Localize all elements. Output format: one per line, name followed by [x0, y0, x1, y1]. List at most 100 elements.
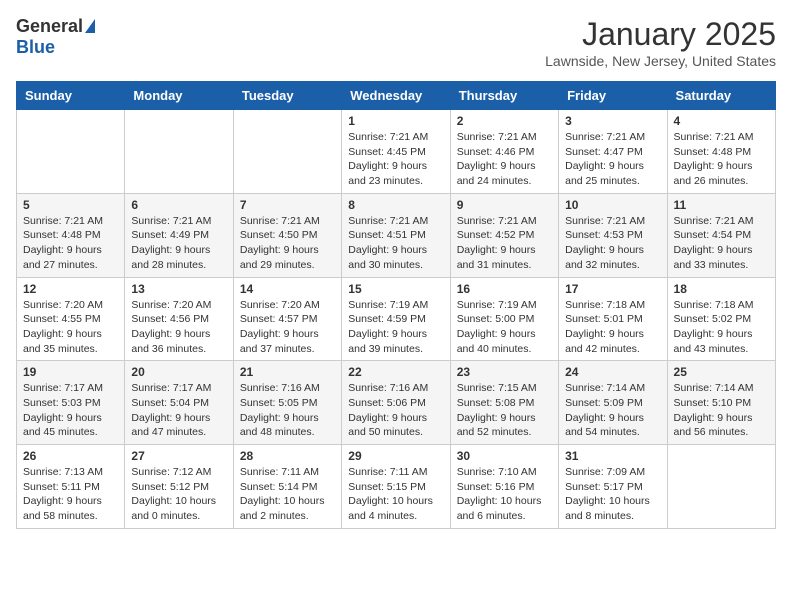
day-number: 24 [565, 365, 660, 379]
day-info: Sunrise: 7:21 AM Sunset: 4:50 PM Dayligh… [240, 214, 335, 273]
day-info: Sunrise: 7:21 AM Sunset: 4:48 PM Dayligh… [23, 214, 118, 273]
day-cell-12: 12 Sunrise: 7:20 AM Sunset: 4:55 PM Dayli… [17, 277, 125, 361]
day-number: 5 [23, 198, 118, 212]
day-info: Sunrise: 7:21 AM Sunset: 4:46 PM Dayligh… [457, 130, 552, 189]
day-info: Sunrise: 7:11 AM Sunset: 5:15 PM Dayligh… [348, 465, 443, 524]
weekday-header-friday: Friday [559, 82, 667, 110]
day-number: 12 [23, 282, 118, 296]
day-info: Sunrise: 7:13 AM Sunset: 5:11 PM Dayligh… [23, 465, 118, 524]
day-cell-13: 13 Sunrise: 7:20 AM Sunset: 4:56 PM Dayli… [125, 277, 233, 361]
day-cell-10: 10 Sunrise: 7:21 AM Sunset: 4:53 PM Dayli… [559, 193, 667, 277]
day-number: 4 [674, 114, 769, 128]
day-info: Sunrise: 7:17 AM Sunset: 5:04 PM Dayligh… [131, 381, 226, 440]
day-info: Sunrise: 7:21 AM Sunset: 4:54 PM Dayligh… [674, 214, 769, 273]
day-number: 7 [240, 198, 335, 212]
day-info: Sunrise: 7:17 AM Sunset: 5:03 PM Dayligh… [23, 381, 118, 440]
weekday-header-sunday: Sunday [17, 82, 125, 110]
day-number: 1 [348, 114, 443, 128]
weekday-header-monday: Monday [125, 82, 233, 110]
week-row-1: 1 Sunrise: 7:21 AM Sunset: 4:45 PM Daylig… [17, 110, 776, 194]
weekday-header-row: SundayMondayTuesdayWednesdayThursdayFrid… [17, 82, 776, 110]
day-cell-21: 21 Sunrise: 7:16 AM Sunset: 5:05 PM Dayli… [233, 361, 341, 445]
day-number: 20 [131, 365, 226, 379]
day-number: 28 [240, 449, 335, 463]
day-cell-25: 25 Sunrise: 7:14 AM Sunset: 5:10 PM Dayli… [667, 361, 775, 445]
day-number: 30 [457, 449, 552, 463]
day-number: 3 [565, 114, 660, 128]
empty-cell [667, 445, 775, 529]
day-number: 10 [565, 198, 660, 212]
day-info: Sunrise: 7:21 AM Sunset: 4:48 PM Dayligh… [674, 130, 769, 189]
location-subtitle: Lawnside, New Jersey, United States [545, 53, 776, 69]
day-info: Sunrise: 7:21 AM Sunset: 4:52 PM Dayligh… [457, 214, 552, 273]
day-cell-15: 15Sunrise: 7:19 AM Sunset: 4:59 PM Dayli… [342, 277, 450, 361]
day-info: Sunrise: 7:21 AM Sunset: 4:49 PM Dayligh… [131, 214, 226, 273]
weekday-header-thursday: Thursday [450, 82, 558, 110]
week-row-3: 12 Sunrise: 7:20 AM Sunset: 4:55 PM Dayli… [17, 277, 776, 361]
day-cell-19: 19 Sunrise: 7:17 AM Sunset: 5:03 PM Dayli… [17, 361, 125, 445]
day-cell-1: 1 Sunrise: 7:21 AM Sunset: 4:45 PM Daylig… [342, 110, 450, 194]
day-cell-29: 29 Sunrise: 7:11 AM Sunset: 5:15 PM Dayli… [342, 445, 450, 529]
day-info: Sunrise: 7:21 AM Sunset: 4:51 PM Dayligh… [348, 214, 443, 273]
day-info: Sunrise: 7:12 AM Sunset: 5:12 PM Dayligh… [131, 465, 226, 524]
day-cell-11: 11Sunrise: 7:21 AM Sunset: 4:54 PM Dayli… [667, 193, 775, 277]
day-info: Sunrise: 7:21 AM Sunset: 4:47 PM Dayligh… [565, 130, 660, 189]
day-number: 17 [565, 282, 660, 296]
day-number: 29 [348, 449, 443, 463]
day-cell-18: 18Sunrise: 7:18 AM Sunset: 5:02 PM Dayli… [667, 277, 775, 361]
day-cell-8: 8 Sunrise: 7:21 AM Sunset: 4:51 PM Daylig… [342, 193, 450, 277]
day-info: Sunrise: 7:10 AM Sunset: 5:16 PM Dayligh… [457, 465, 552, 524]
day-cell-17: 17 Sunrise: 7:18 AM Sunset: 5:01 PM Dayli… [559, 277, 667, 361]
logo-blue-text: Blue [16, 37, 55, 58]
day-info: Sunrise: 7:21 AM Sunset: 4:45 PM Dayligh… [348, 130, 443, 189]
day-cell-31: 31Sunrise: 7:09 AM Sunset: 5:17 PM Dayli… [559, 445, 667, 529]
day-cell-3: 3 Sunrise: 7:21 AM Sunset: 4:47 PM Daylig… [559, 110, 667, 194]
day-number: 21 [240, 365, 335, 379]
day-info: Sunrise: 7:18 AM Sunset: 5:01 PM Dayligh… [565, 298, 660, 357]
day-number: 19 [23, 365, 118, 379]
day-cell-20: 20 Sunrise: 7:17 AM Sunset: 5:04 PM Dayli… [125, 361, 233, 445]
day-cell-22: 22Sunrise: 7:16 AM Sunset: 5:06 PM Dayli… [342, 361, 450, 445]
calendar-table: SundayMondayTuesdayWednesdayThursdayFrid… [16, 81, 776, 529]
day-cell-27: 27 Sunrise: 7:12 AM Sunset: 5:12 PM Dayli… [125, 445, 233, 529]
day-cell-5: 5 Sunrise: 7:21 AM Sunset: 4:48 PM Daylig… [17, 193, 125, 277]
weekday-header-tuesday: Tuesday [233, 82, 341, 110]
day-cell-4: 4 Sunrise: 7:21 AM Sunset: 4:48 PM Daylig… [667, 110, 775, 194]
day-info: Sunrise: 7:16 AM Sunset: 5:05 PM Dayligh… [240, 381, 335, 440]
day-cell-28: 28 Sunrise: 7:11 AM Sunset: 5:14 PM Dayli… [233, 445, 341, 529]
logo-triangle-icon [85, 19, 95, 33]
empty-cell [233, 110, 341, 194]
month-title: January 2025 [545, 16, 776, 53]
day-number: 13 [131, 282, 226, 296]
day-info: Sunrise: 7:14 AM Sunset: 5:10 PM Dayligh… [674, 381, 769, 440]
day-info: Sunrise: 7:11 AM Sunset: 5:14 PM Dayligh… [240, 465, 335, 524]
day-number: 23 [457, 365, 552, 379]
day-number: 6 [131, 198, 226, 212]
day-number: 27 [131, 449, 226, 463]
day-cell-7: 7 Sunrise: 7:21 AM Sunset: 4:50 PM Daylig… [233, 193, 341, 277]
day-cell-6: 6 Sunrise: 7:21 AM Sunset: 4:49 PM Daylig… [125, 193, 233, 277]
day-info: Sunrise: 7:20 AM Sunset: 4:55 PM Dayligh… [23, 298, 118, 357]
day-cell-23: 23Sunrise: 7:15 AM Sunset: 5:08 PM Dayli… [450, 361, 558, 445]
week-row-5: 26Sunrise: 7:13 AM Sunset: 5:11 PM Dayli… [17, 445, 776, 529]
day-number: 25 [674, 365, 769, 379]
day-cell-9: 9Sunrise: 7:21 AM Sunset: 4:52 PM Daylig… [450, 193, 558, 277]
day-cell-26: 26Sunrise: 7:13 AM Sunset: 5:11 PM Dayli… [17, 445, 125, 529]
week-row-2: 5 Sunrise: 7:21 AM Sunset: 4:48 PM Daylig… [17, 193, 776, 277]
day-cell-24: 24Sunrise: 7:14 AM Sunset: 5:09 PM Dayli… [559, 361, 667, 445]
weekday-header-wednesday: Wednesday [342, 82, 450, 110]
day-number: 8 [348, 198, 443, 212]
day-info: Sunrise: 7:20 AM Sunset: 4:57 PM Dayligh… [240, 298, 335, 357]
day-info: Sunrise: 7:21 AM Sunset: 4:53 PM Dayligh… [565, 214, 660, 273]
day-cell-30: 30 Sunrise: 7:10 AM Sunset: 5:16 PM Dayli… [450, 445, 558, 529]
day-info: Sunrise: 7:20 AM Sunset: 4:56 PM Dayligh… [131, 298, 226, 357]
day-info: Sunrise: 7:18 AM Sunset: 5:02 PM Dayligh… [674, 298, 769, 357]
day-info: Sunrise: 7:19 AM Sunset: 4:59 PM Dayligh… [348, 298, 443, 357]
day-number: 14 [240, 282, 335, 296]
day-info: Sunrise: 7:19 AM Sunset: 5:00 PM Dayligh… [457, 298, 552, 357]
day-number: 16 [457, 282, 552, 296]
empty-cell [125, 110, 233, 194]
day-cell-2: 2Sunrise: 7:21 AM Sunset: 4:46 PM Daylig… [450, 110, 558, 194]
title-section: January 2025 Lawnside, New Jersey, Unite… [545, 16, 776, 69]
page-header: General Blue January 2025 Lawnside, New … [16, 16, 776, 69]
